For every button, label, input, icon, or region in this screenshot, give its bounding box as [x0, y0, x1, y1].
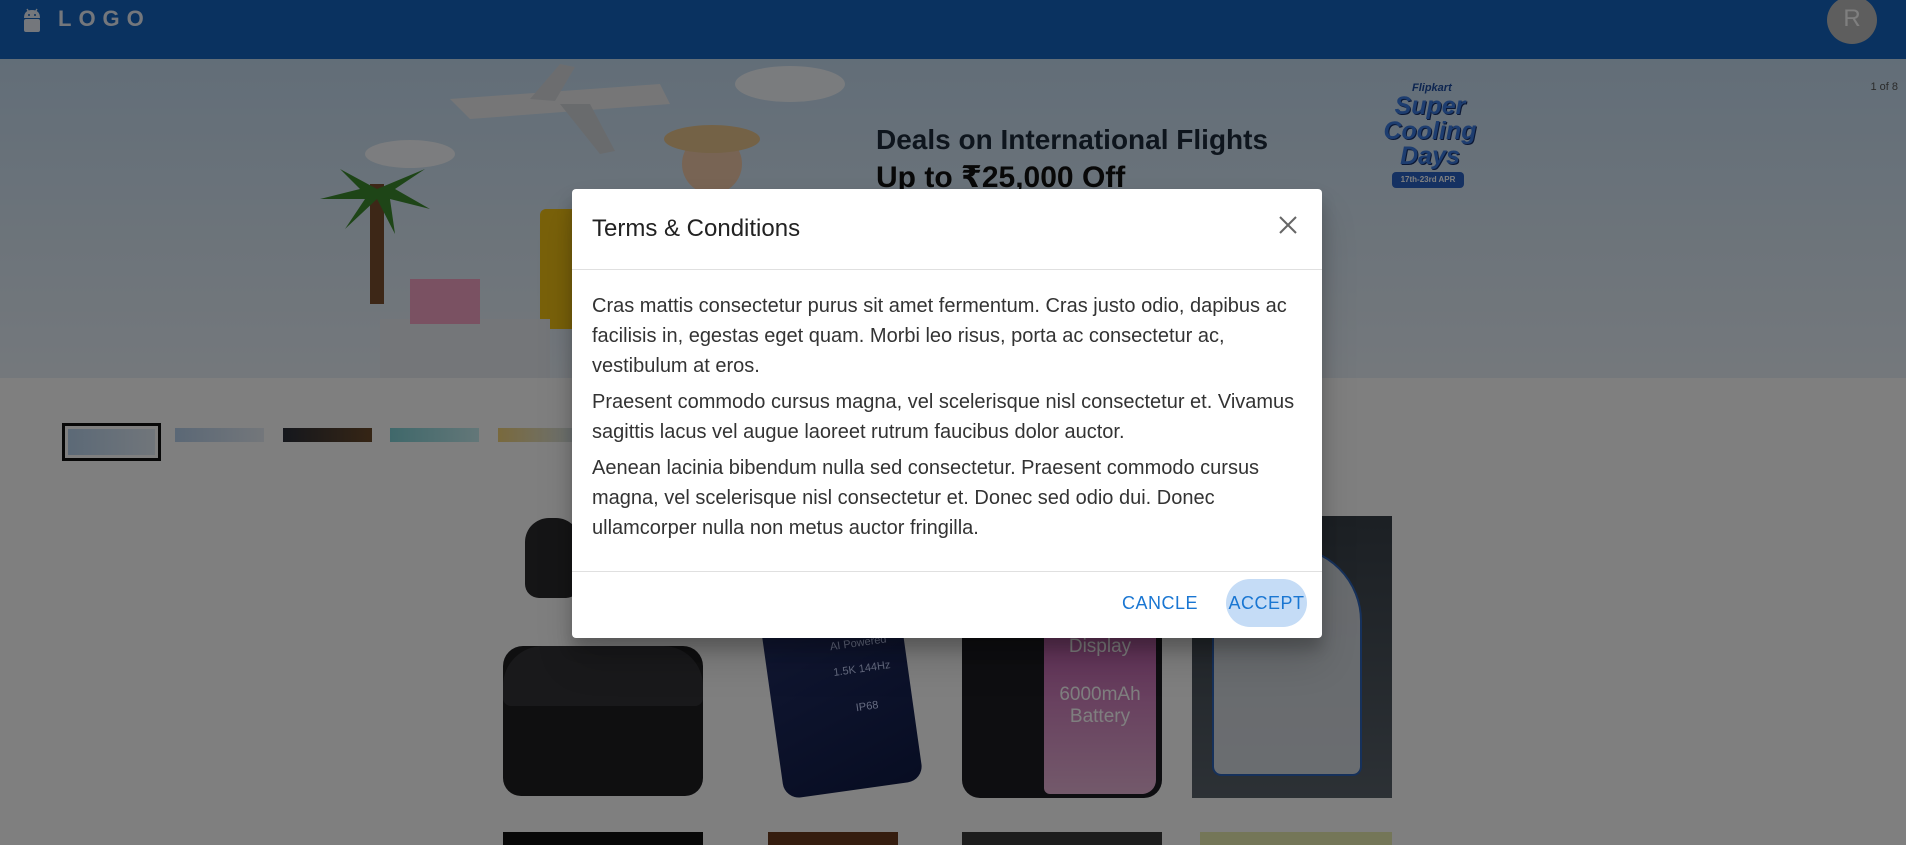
- dialog-footer-divider: [572, 571, 1322, 572]
- dialog-header-divider: [572, 269, 1322, 270]
- dialog-content: Cras mattis consectetur purus sit amet f…: [592, 291, 1307, 549]
- terms-dialog: Terms & Conditions Cras mattis consectet…: [572, 189, 1322, 638]
- terms-paragraph-2: Praesent commodo cursus magna, vel scele…: [592, 391, 1295, 443]
- accept-button[interactable]: ACCEPT: [1226, 579, 1307, 627]
- cancel-button[interactable]: CANCLE: [1122, 579, 1202, 627]
- close-icon[interactable]: [1274, 211, 1302, 239]
- terms-paragraph-3: Aenean lacinia bibendum nulla sed consec…: [592, 457, 1260, 539]
- dialog-title: Terms & Conditions: [592, 215, 801, 242]
- terms-paragraph-1: Cras mattis consectetur purus sit amet f…: [592, 295, 1287, 377]
